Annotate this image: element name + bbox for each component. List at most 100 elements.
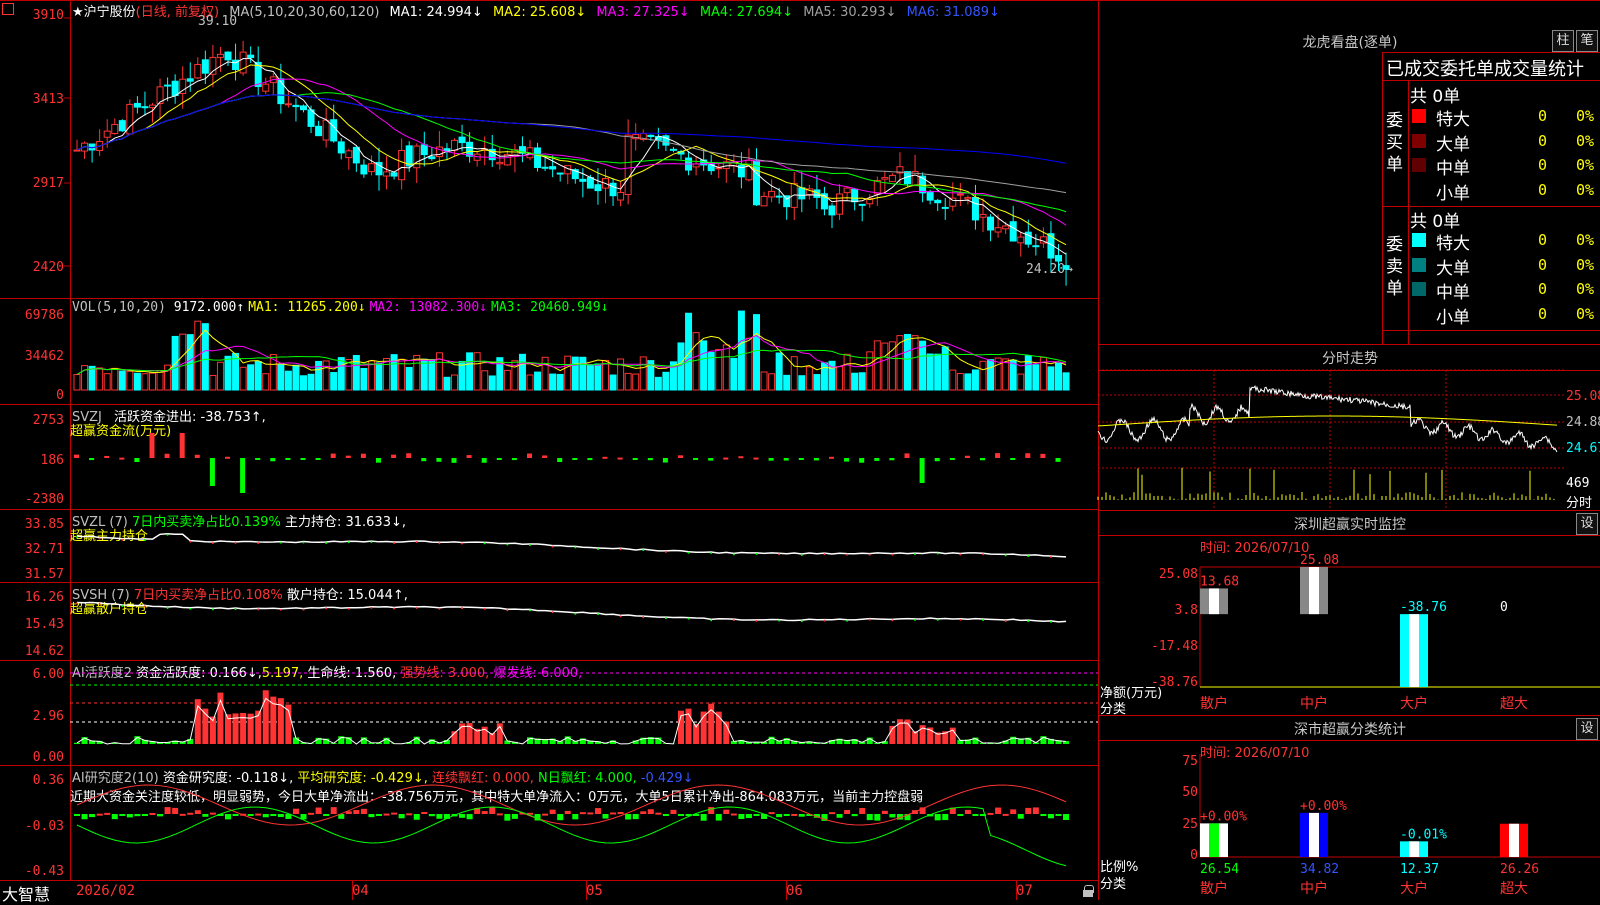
ai-active-chart[interactable] — [0, 660, 1098, 765]
candle — [859, 204, 865, 205]
candle — [852, 189, 858, 201]
svzl-dot — [552, 546, 554, 548]
candle — [421, 145, 427, 155]
intraday-chart[interactable] — [1098, 370, 1600, 510]
candlestick-chart[interactable] — [0, 0, 1098, 298]
svzl-dot — [846, 554, 848, 556]
svzl-dot — [688, 552, 690, 554]
volume-bar — [301, 376, 307, 390]
tick-mode-button[interactable]: 笔 — [1576, 30, 1598, 52]
candle — [323, 120, 329, 140]
candle — [384, 172, 390, 176]
svzl-chart[interactable] — [0, 509, 1098, 582]
volume-bar — [429, 360, 435, 390]
candle — [776, 196, 782, 197]
research-bar — [754, 814, 760, 816]
intraday-vol-max: 469 — [1566, 476, 1589, 491]
flow-bar — [512, 458, 517, 460]
ai-research-chart[interactable] — [0, 765, 1098, 880]
order-size-label: 小单 — [1436, 179, 1470, 204]
order-percent: 0% — [1576, 156, 1594, 174]
research-bar — [550, 810, 556, 814]
svzj-chart[interactable] — [0, 404, 1098, 509]
candle — [557, 173, 563, 174]
volume-chart[interactable] — [0, 298, 1098, 404]
volume-bar — [142, 374, 148, 390]
svsh-dot — [1027, 620, 1029, 622]
sz-class-settings-button[interactable]: 设 — [1576, 718, 1598, 740]
x-axis-label: 05 — [586, 883, 603, 899]
volume-bar — [633, 374, 639, 390]
svzl-dot — [891, 554, 893, 556]
flow-bar — [572, 458, 577, 460]
candle — [1063, 266, 1069, 270]
svzl-dot — [348, 541, 350, 543]
research-bar — [1056, 814, 1062, 816]
flow-bar — [255, 458, 260, 460]
svsh-dot — [348, 608, 350, 610]
volume-bar — [972, 370, 978, 390]
lock-icon-body — [1083, 890, 1093, 897]
sz-monitor-chart[interactable]: 13.68散户25.08中户-38.76大户0超大 — [1098, 535, 1600, 715]
sz-monitor-settings-button[interactable]: 设 — [1576, 513, 1598, 535]
volume-bar — [625, 373, 631, 390]
research-bar — [625, 814, 631, 819]
candle — [399, 151, 405, 180]
svsh-dot — [552, 611, 554, 613]
sz-monitor-title: 深圳超赢实时监控 — [1240, 514, 1460, 534]
class-change: +0.00% — [1300, 799, 1347, 814]
research-bar — [557, 814, 563, 820]
flow-bar — [195, 455, 200, 458]
research-bar — [504, 814, 510, 821]
legend-swatch — [1412, 307, 1426, 321]
svsh-dot — [869, 619, 871, 621]
candle — [1056, 256, 1062, 262]
candle — [414, 146, 420, 168]
flow-bar — [648, 458, 653, 460]
order-size-label: 特大 — [1436, 105, 1470, 130]
research-bar — [995, 808, 1001, 814]
monitor-category-label: 超大 — [1500, 696, 1528, 712]
volume-bar — [248, 365, 254, 390]
candle — [754, 161, 760, 205]
volume-bar — [331, 373, 337, 390]
svzl-dot — [438, 542, 440, 544]
svzl-line — [77, 534, 1066, 557]
volume-bar — [550, 374, 556, 390]
svzl-dot — [189, 541, 191, 543]
monitor-category-label: 大户 — [1400, 695, 1428, 712]
volume-bar — [384, 359, 390, 390]
monitor-value: 25.08 — [1300, 553, 1339, 568]
svsh-line — [77, 602, 1066, 621]
flow-bar — [89, 458, 94, 460]
candle — [225, 52, 231, 60]
volume-bar — [150, 373, 156, 390]
research-bar — [633, 814, 639, 819]
volume-bar — [927, 354, 933, 390]
volume-bar — [1056, 363, 1062, 390]
candle — [301, 106, 307, 110]
volume-bar — [489, 376, 495, 390]
research-bar — [210, 813, 216, 815]
volume-bar — [406, 367, 412, 390]
ma-line-20 — [77, 79, 1066, 225]
brand-logo[interactable]: 大智慧 — [2, 881, 50, 905]
bar-mode-button[interactable]: 柱 — [1552, 30, 1574, 52]
research-bar — [678, 814, 684, 816]
volume-bar — [950, 370, 956, 390]
ma-line-120 — [77, 95, 1066, 164]
class-category-label: 超大 — [1500, 881, 1528, 897]
candle — [285, 104, 291, 105]
volume-bar — [452, 375, 458, 390]
flow-bar — [361, 454, 366, 458]
sz-class-chart[interactable]: +0.00%26.54散户+0.00%34.82中户-0.01%12.37大户2… — [1098, 740, 1600, 900]
monitor-value: 13.68 — [1200, 574, 1239, 589]
svsh-dot — [257, 608, 259, 610]
class-category-label: 散户 — [1200, 880, 1228, 897]
research-bar — [829, 812, 835, 814]
svsh-chart[interactable] — [0, 582, 1098, 660]
research-bar — [497, 813, 503, 815]
research-bar — [467, 814, 473, 819]
research-bar — [1010, 809, 1016, 814]
order-percent: 0% — [1576, 256, 1594, 274]
